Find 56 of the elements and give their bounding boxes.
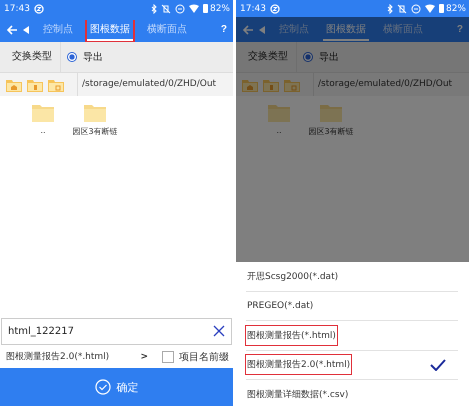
folder-icon[interactable] <box>84 104 106 122</box>
folder-up-icon[interactable] <box>263 78 279 92</box>
folder-name[interactable]: .. <box>40 126 46 135</box>
bluetooth-icon <box>150 4 157 14</box>
format-option[interactable]: 开思Scsg2000(*.dat) <box>246 266 340 286</box>
format-option[interactable]: 图根测量报告2.0(*.html) <box>246 355 352 374</box>
mute-icon <box>396 4 407 14</box>
path-text: /storage/emulated/0/ZHD/Out <box>313 73 452 96</box>
exchange-type-label: 交换类型 <box>12 42 61 72</box>
do-not-disturb-icon <box>410 4 421 14</box>
folder-icon[interactable] <box>320 104 342 122</box>
status-time: 17:43 <box>240 4 266 14</box>
wifi-icon <box>188 4 199 14</box>
battery-icon <box>438 4 444 13</box>
folder-up-icon[interactable] <box>27 78 43 92</box>
prefix-label[interactable]: 项目名前缀 <box>179 350 229 364</box>
battery-level: 82% <box>446 4 466 14</box>
back-arrow-icon[interactable] <box>242 24 254 34</box>
battery-icon <box>202 4 208 13</box>
new-folder-icon[interactable] <box>48 78 64 92</box>
status-time: 17:43 <box>4 4 30 14</box>
do-not-disturb-icon <box>174 4 185 14</box>
confirm-button[interactable]: 确定 <box>0 368 233 406</box>
home-folder-icon[interactable] <box>242 78 258 92</box>
folder-name[interactable]: .. <box>276 126 282 135</box>
format-option[interactable]: 图根测量详细数据(*.csv) <box>246 384 350 404</box>
file-name-field[interactable]: html_122217 <box>1 318 232 345</box>
format-value[interactable]: 图根测量报告2.0(*.html) <box>6 350 140 363</box>
export-option[interactable]: 导出 <box>83 50 103 64</box>
radio-button[interactable] <box>67 52 77 62</box>
export-option[interactable]: 导出 <box>319 50 339 64</box>
format-option[interactable]: 图根测量报告(*.html) <box>246 326 337 345</box>
mute-icon <box>160 4 171 14</box>
clear-icon[interactable] <box>213 325 225 337</box>
left-triangle-icon[interactable] <box>23 26 29 34</box>
checkbox[interactable] <box>162 350 174 362</box>
format-option[interactable]: PREGEO(*.dat) <box>246 298 314 314</box>
notification-icon <box>270 4 280 14</box>
folder-name[interactable]: 园区3有断链 <box>72 126 118 137</box>
new-folder-icon[interactable] <box>284 78 300 92</box>
folder-icon[interactable] <box>32 104 54 122</box>
home-folder-icon[interactable] <box>6 78 22 92</box>
path-text: /storage/emulated/0/ZHD/Out <box>77 73 216 96</box>
bluetooth-icon <box>386 4 393 14</box>
left-triangle-icon[interactable] <box>259 26 265 34</box>
exchange-type-label: 交换类型 <box>248 42 297 72</box>
battery-level: 82% <box>210 4 230 14</box>
wifi-icon <box>424 4 435 14</box>
radio-button[interactable] <box>303 52 313 62</box>
notification-icon <box>34 4 44 14</box>
folder-name[interactable]: 园区3有断链 <box>308 126 354 137</box>
chevron[interactable]: > <box>140 352 148 362</box>
folder-icon[interactable] <box>268 104 290 122</box>
check-circle-icon <box>94 379 110 395</box>
back-arrow-icon[interactable] <box>6 24 18 34</box>
help-button[interactable]: ? <box>218 24 229 35</box>
